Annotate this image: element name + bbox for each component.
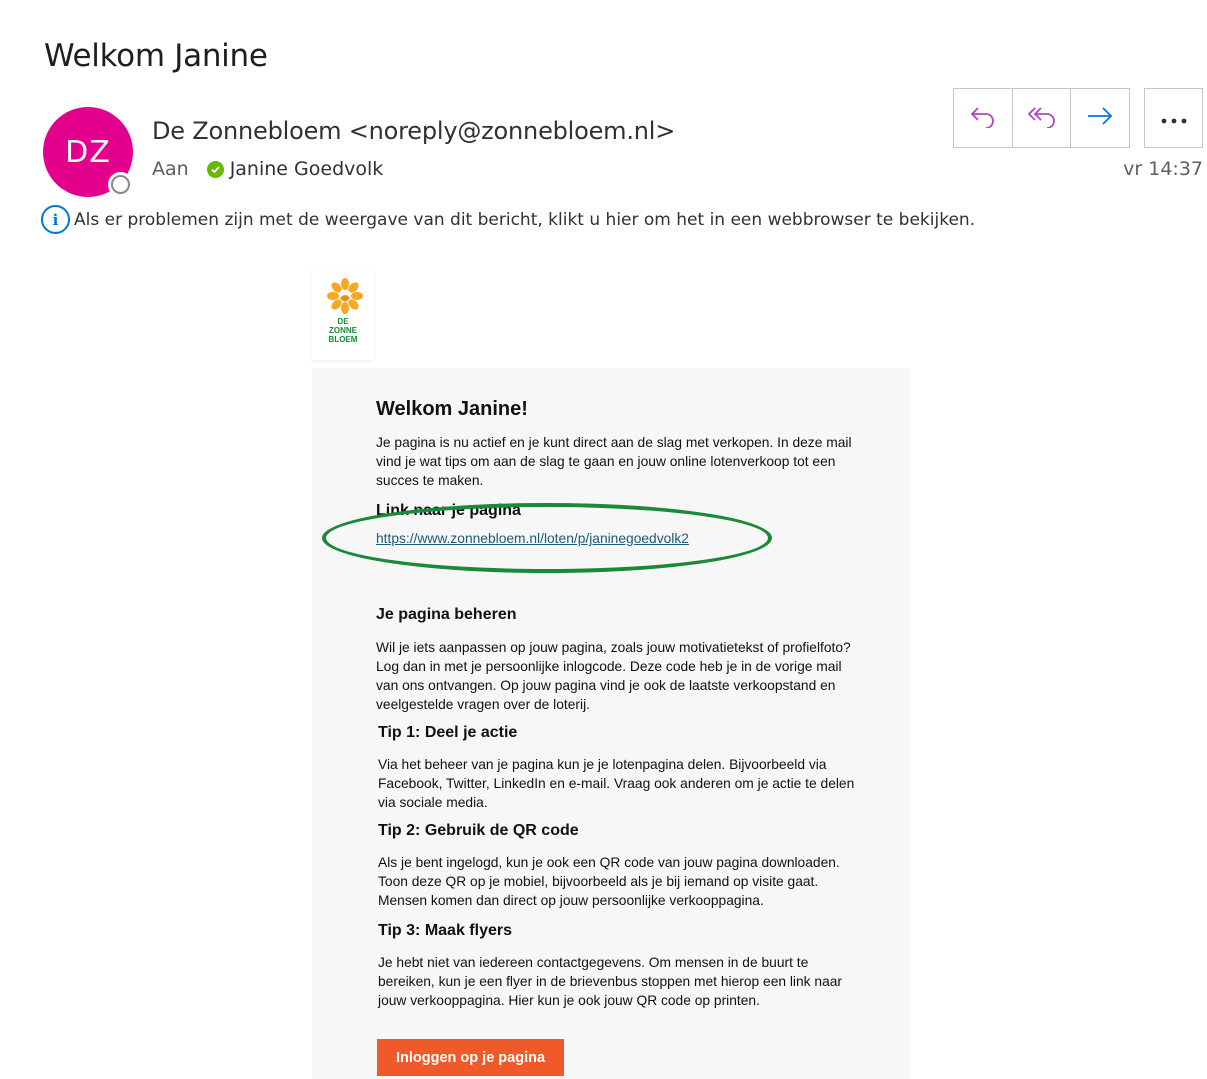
body-title: Welkom Janine!: [376, 398, 528, 420]
zonnebloem-logo: DE ZONNE BLOEM: [312, 268, 374, 360]
email-subject: Welkom Janine: [44, 38, 268, 74]
sender-name[interactable]: De Zonnebloem <noreply@zonnebloem.nl>: [152, 117, 675, 145]
reply-actions-group: [953, 88, 1130, 148]
login-button[interactable]: Inloggen op je pagina: [377, 1039, 564, 1076]
tip1-heading: Tip 1: Deel je actie: [378, 724, 518, 741]
received-time: vr 14:37: [1123, 158, 1203, 180]
sunflower-logo-icon: DE ZONNE BLOEM: [327, 278, 363, 344]
highlight-oval-annotation: [322, 503, 772, 573]
tip2-text: Als je bent ingelogd, kun je ook een QR …: [378, 855, 840, 908]
tip2-heading: Tip 2: Gebruik de QR code: [378, 822, 579, 839]
manage-text: Wil je iets aanpassen op jouw pagina, zo…: [376, 640, 851, 712]
info-banner[interactable]: i Als er problemen zijn met de weergave …: [41, 205, 975, 234]
tip1-text: Via het beheer van je pagina kun je je l…: [378, 757, 855, 810]
more-actions-button[interactable]: [1144, 88, 1203, 148]
intro-text: Je pagina is nu actief en je kunt direct…: [376, 435, 852, 488]
presence-status-icon: [108, 172, 133, 197]
reply-all-icon: [1027, 104, 1057, 132]
avatar-initials: DZ: [65, 134, 111, 170]
forward-button[interactable]: [1071, 89, 1129, 147]
tip3-text: Je hebt niet van iedereen contactgegeven…: [378, 955, 843, 1008]
more-icon: [1161, 109, 1187, 128]
reply-all-button[interactable]: [1013, 89, 1072, 147]
forward-icon: [1086, 105, 1114, 131]
recipient-name[interactable]: Janine Goedvolk: [230, 158, 384, 180]
svg-text:DE: DE: [337, 317, 349, 326]
email-body: Welkom Janine! Je pagina is nu actief en…: [312, 368, 910, 1079]
recipients-row: Aan Janine Goedvolk: [152, 158, 383, 180]
reply-icon: [969, 104, 997, 132]
svg-text:BLOEM: BLOEM: [329, 335, 358, 344]
to-label: Aan: [152, 158, 189, 180]
verified-check-icon: [206, 160, 224, 178]
svg-text:ZONNE: ZONNE: [329, 326, 358, 335]
reply-button[interactable]: [954, 89, 1013, 147]
tip3-heading: Tip 3: Maak flyers: [378, 922, 512, 939]
info-icon: i: [41, 205, 70, 234]
info-banner-text[interactable]: Als er problemen zijn met de weergave va…: [74, 210, 975, 230]
manage-heading: Je pagina beheren: [376, 606, 517, 623]
